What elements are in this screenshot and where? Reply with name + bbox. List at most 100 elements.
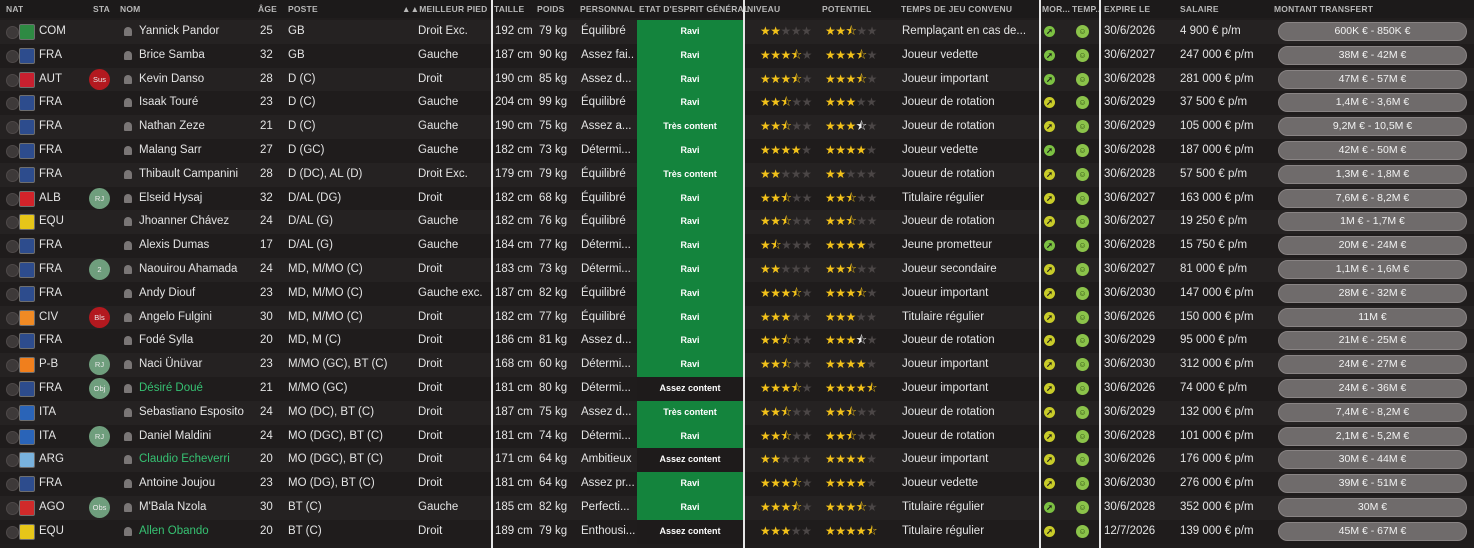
select-checkbox[interactable] [6,383,19,396]
header-nat[interactable]: NAT [6,4,23,14]
select-checkbox[interactable] [6,359,19,373]
player-row[interactable]: CIV Bls Angelo Fulgini 30 MD, M/MO (C) Droit 1… [0,305,1474,330]
select-checkbox[interactable] [6,192,19,206]
header-sta[interactable]: STA [93,4,110,14]
player-row[interactable]: FRA Nathan Zeze 21 D (C) Gauche 190 cm 75 kg As… [0,115,1474,139]
header-nom[interactable]: NOM [120,4,140,14]
player-name[interactable]: Nathan Zeze [139,115,257,139]
select-checkbox[interactable] [6,525,19,539]
transfer-value[interactable]: 1,4M € - 3,6M € [1278,93,1467,113]
select-checkbox[interactable] [6,73,19,87]
player-row[interactable]: ALB RJ Elseid Hysaj 32 D/AL (DG) Droit 182 cm 6… [0,186,1474,211]
transfer-value[interactable]: 2,1M € - 5,2M € [1278,426,1467,446]
player-name[interactable]: Fodé Sylla [139,329,257,353]
transfer-value[interactable]: 1,3M € - 1,8M € [1278,164,1467,184]
select-checkbox[interactable] [6,168,19,182]
header-temperament[interactable]: TEMP... [1072,4,1100,14]
player-name[interactable]: Désiré Doué [139,377,257,401]
morale-status[interactable]: Ravi [637,210,743,235]
transfer-value[interactable]: 30M € - 44M € [1278,450,1467,470]
transfer-value[interactable]: 38M € - 42M € [1278,45,1467,65]
select-checkbox[interactable] [6,335,19,349]
select-checkbox[interactable] [6,264,19,277]
player-row[interactable]: FRA Thibault Campanini 28 D (DC), AL (D) Dro… [0,162,1474,187]
player-row[interactable]: ITA RJ Daniel Maldini 24 MO (DGC), BT (C) Dro… [0,424,1474,449]
player-row[interactable]: EQU Jhoanner Chávez 24 D/AL (G) Gauche 182 cm… [0,210,1474,235]
header-temps[interactable]: TEMPS DE JEU CONVENU [901,4,1012,14]
select-checkbox[interactable] [6,145,19,158]
transfer-value[interactable]: 1M € - 1,7M € [1278,212,1467,232]
morale-status[interactable]: Ravi [637,139,743,163]
morale-status[interactable]: Ravi [637,424,743,449]
player-row[interactable]: FRA Antoine Joujou 23 MO (DG), BT (C) Droit 1… [0,472,1474,496]
transfer-value[interactable]: 45M € - 67M € [1278,521,1467,541]
header-poids[interactable]: POIDS [537,4,564,14]
select-checkbox[interactable] [6,26,19,39]
morale-status[interactable]: Ravi [637,329,743,354]
player-name[interactable]: M'Bala Nzola [139,496,257,520]
player-row[interactable]: FRA Andy Diouf 23 MD, M/MO (C) Gauche exc. 18… [0,281,1474,306]
transfer-value[interactable]: 28M € - 32M € [1278,283,1467,303]
player-name[interactable]: Kevin Danso [139,68,257,92]
player-name[interactable]: Alexis Dumas [139,234,257,258]
status-badge[interactable]: RJ [89,187,110,209]
select-checkbox[interactable] [6,311,19,325]
header-perso[interactable]: PERSONNAL... [580,4,635,14]
morale-status[interactable]: Ravi [637,43,743,68]
morale-status[interactable]: Ravi [637,281,743,306]
transfer-value[interactable]: 24M € - 36M € [1278,379,1467,398]
morale-status[interactable]: Très content [637,115,743,139]
transfer-value[interactable]: 600K € - 850K € [1278,22,1467,41]
select-checkbox[interactable] [6,121,19,135]
player-name[interactable]: Brice Samba [139,44,257,68]
player-row[interactable]: FRA Malang Sarr 27 D (GC) Gauche 182 cm 73 kg D… [0,139,1474,163]
status-badge[interactable]: RJ [89,425,110,447]
player-name[interactable]: Sebastiano Esposito [139,401,257,425]
morale-status[interactable]: Ravi [637,496,743,520]
select-checkbox[interactable] [6,216,19,230]
status-badge[interactable]: Obs [89,497,110,518]
player-name[interactable]: Thibault Campanini [139,163,257,187]
player-row[interactable]: FRA Isaak Touré 23 D (C) Gauche 204 cm 99 kg Éq… [0,91,1474,116]
select-checkbox[interactable] [6,240,19,254]
select-checkbox[interactable] [6,502,19,515]
player-row[interactable]: ITA Sebastiano Esposito 24 MO (DC), BT (C) D… [0,400,1474,425]
player-row[interactable]: FRA Brice Samba 32 GB Gauche 187 cm 90 kg Assez… [0,43,1474,68]
transfer-value[interactable]: 20M € - 24M € [1278,236,1467,256]
header-age[interactable]: ÂGE [258,4,277,14]
status-badge[interactable]: Sus [89,68,110,90]
player-name[interactable]: Naci Ünüvar [139,353,257,377]
player-name[interactable]: Claudio Echeverri [139,448,257,472]
player-name[interactable]: Naouirou Ahamada [139,258,257,282]
morale-status[interactable]: Ravi [637,305,743,330]
status-badge[interactable]: RJ [89,354,110,376]
header-expire[interactable]: EXPIRE LE [1104,4,1150,14]
morale-status[interactable]: Très content [637,400,743,425]
select-checkbox[interactable] [6,49,19,63]
morale-status[interactable]: Ravi [637,67,743,92]
transfer-value[interactable]: 11M € [1278,307,1467,327]
header-transfert[interactable]: MONTANT TRANSFERT [1274,4,1373,14]
transfer-value[interactable]: 24M € - 27M € [1278,355,1467,375]
transfer-value[interactable]: 21M € - 25M € [1278,331,1467,351]
player-row[interactable]: EQU Allen Obando 20 BT (C) Droit 189 cm 79 kg E… [0,519,1474,544]
player-name[interactable]: Allen Obando [139,520,257,544]
transfer-value[interactable]: 7,6M € - 8,2M € [1278,188,1467,208]
morale-status[interactable]: Ravi [637,186,743,211]
header-etat[interactable]: ETAT D'ESPRIT GÉNÉRAL [639,4,749,14]
transfer-value[interactable]: 9,2M € - 10,5M € [1278,117,1467,137]
header-moral[interactable]: MOR... [1042,4,1070,14]
morale-status[interactable]: Très content [637,162,743,187]
player-row[interactable]: COM Yannick Pandor 25 GB Droit Exc. 192 cm 79 … [0,20,1474,44]
header-poste[interactable]: POSTE [288,4,318,14]
player-row[interactable]: AGO Obs M'Bala Nzola 30 BT (C) Gauche 185 cm 82… [0,496,1474,520]
morale-status[interactable]: Ravi [637,234,743,258]
select-checkbox[interactable] [6,406,19,420]
status-badge[interactable]: Obj [89,378,110,399]
morale-status[interactable]: Assez content [637,448,743,473]
player-row[interactable]: P-B RJ Naci Ünüvar 23 M/MO (GC), BT (C) Droit… [0,353,1474,377]
player-name[interactable]: Yannick Pandor [139,20,257,44]
transfer-value[interactable]: 39M € - 51M € [1278,474,1467,494]
morale-status[interactable]: Ravi [637,472,743,496]
player-name[interactable]: Andy Diouf [139,282,257,306]
